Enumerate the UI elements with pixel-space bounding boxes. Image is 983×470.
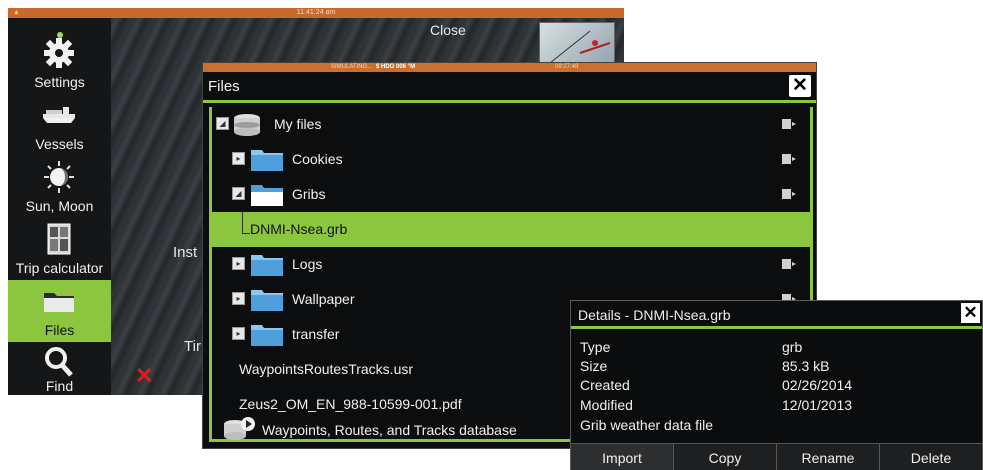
folder-icon [251, 325, 283, 346]
status-time: 09:27:48 [555, 64, 579, 70]
tree-row-label: Cookies [292, 151, 343, 167]
sidebar-item-vessels[interactable]: Vessels [8, 94, 111, 156]
sidebar-item-label: Settings [34, 74, 85, 90]
collapse-toggle-icon[interactable]: ◢ [232, 187, 245, 200]
search-icon [45, 347, 73, 377]
sidebar-item-label: Trip calculator [15, 260, 104, 276]
tree-row-my-files[interactable]: ◢ My files [212, 107, 810, 142]
tree-row-label: Zeus2_OM_EN_988-10599-001.pdf [239, 396, 462, 412]
files-header: Files ✕ [203, 72, 816, 103]
tree-row-dnmi-nsea-grb[interactable]: DNMI-Nsea.grb [212, 212, 810, 247]
import-button[interactable]: Import [571, 444, 674, 470]
expand-toggle-icon[interactable]: ▸ [232, 327, 245, 340]
back-status-bar: ▲ 11:41:24 am [8, 8, 624, 18]
back-close-button[interactable]: Close [430, 22, 466, 38]
calculator-icon [47, 223, 71, 255]
tree-row-label: DNMI-Nsea.grb [250, 221, 348, 237]
row-menu-icon[interactable] [782, 119, 796, 129]
sidebar-item-label: Sun, Moon [25, 198, 94, 214]
details-close-button[interactable]: ✕ [961, 303, 980, 323]
vessels-icon [43, 107, 75, 123]
tree-row-label: Waypoints, Routes, and Tracks database [262, 422, 517, 438]
folder-icon [251, 255, 283, 276]
detail-value-size: 85.3 kB [782, 358, 830, 374]
detail-label-modified: Modified [580, 397, 633, 413]
back-status-time: 11:41:24 am [296, 9, 336, 16]
detail-label-type: Type [580, 339, 611, 355]
tree-row-gribs[interactable]: ◢ Gribs [212, 177, 810, 212]
row-menu-icon[interactable] [782, 189, 796, 199]
detail-label-size: Size [580, 358, 608, 374]
covered-label-instruments: Inst [173, 244, 198, 261]
tree-row-logs[interactable]: ▸ Logs [212, 247, 810, 282]
screenshot-stage: ▲ 11:41:24 am Close Inst Tir Settings Ve… [0, 0, 983, 470]
alarm-x-icon[interactable]: ✕ [135, 363, 153, 389]
detail-label-created: Created [580, 377, 630, 393]
row-menu-icon[interactable] [782, 154, 796, 164]
detail-value-type: grb [782, 339, 803, 355]
details-title: Details - DNMI-Nsea.grb [578, 307, 731, 323]
status-simulating: SIMULATING... [331, 64, 373, 70]
storage-drive-icon [234, 114, 260, 136]
expand-toggle-icon[interactable]: ▸ [232, 257, 245, 270]
sidebar-item-sun-moon[interactable]: Sun, Moon [8, 156, 111, 218]
folder-icon [251, 150, 283, 171]
folder-icon [251, 290, 283, 311]
sidebar-item-label: Files [44, 322, 75, 338]
close-button[interactable]: ✕ [789, 75, 811, 97]
folder-icon [44, 293, 74, 312]
sidebar-item-files[interactable]: Files [8, 280, 111, 342]
sidebar-item-label: Find [45, 378, 74, 394]
tree-row-label: My files [274, 116, 322, 132]
expand-toggle-icon[interactable]: ▸ [232, 292, 245, 305]
tree-row-label: transfer [292, 326, 340, 342]
status-heading: $ HDG 006 °M [376, 64, 416, 70]
sidebar-item-settings[interactable]: Settings [8, 32, 111, 94]
sidebar-item-label: Vessels [35, 136, 84, 152]
tree-row-label: Gribs [292, 186, 326, 202]
tree-row-cookies[interactable]: ▸ Cookies [212, 142, 810, 177]
details-header: Details - DNMI-Nsea.grb ✕ [571, 301, 982, 329]
tree-row-label: WaypointsRoutesTracks.usr [239, 361, 414, 377]
folder-open-icon [251, 185, 283, 206]
sun-moon-icon [44, 161, 74, 193]
tree-row-label: Wallpaper [292, 291, 355, 307]
covered-label-timer: Tir [184, 338, 201, 355]
gear-icon [44, 38, 74, 68]
delete-button[interactable]: Delete [880, 444, 982, 470]
sidebar: Settings Vessels Sun, Moon Trip calculat… [8, 18, 111, 395]
collapse-toggle-icon[interactable]: ◢ [216, 117, 229, 130]
expand-toggle-icon[interactable]: ▸ [232, 152, 245, 165]
detail-description: Grib weather data file [580, 417, 714, 433]
files-status-bar: SIMULATING... $ HDG 006 °M 09:27:48 [203, 63, 816, 72]
details-action-bar: Import Copy Rename Delete [571, 443, 982, 470]
detail-value-modified: 12/01/2013 [782, 397, 853, 413]
details-dialog: Details - DNMI-Nsea.grb ✕ Type grb Size … [570, 300, 983, 470]
row-menu-icon[interactable] [782, 259, 796, 269]
page-title: Files [208, 78, 240, 95]
sidebar-item-trip-calculator[interactable]: Trip calculator [8, 218, 111, 280]
detail-value-created: 02/26/2014 [782, 377, 853, 393]
tree-connector [242, 233, 250, 234]
database-icon [224, 417, 255, 440]
copy-button[interactable]: Copy [674, 444, 777, 470]
tree-row-label: Logs [292, 256, 323, 272]
rename-button[interactable]: Rename [777, 444, 880, 470]
sidebar-item-find[interactable]: Find [8, 342, 111, 394]
tree-connector [242, 212, 243, 233]
